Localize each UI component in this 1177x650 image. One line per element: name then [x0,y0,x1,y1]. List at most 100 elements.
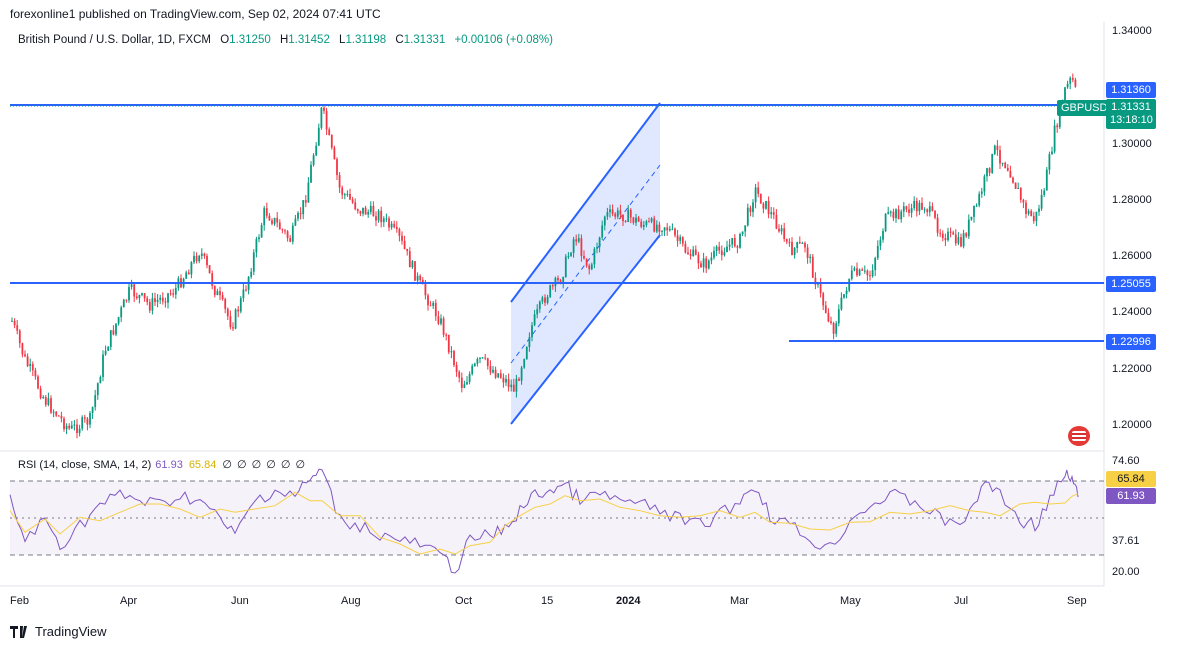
candle-body [372,205,375,217]
candle-body [645,221,648,226]
candle-body [481,357,484,359]
candle-body [460,377,463,388]
candle-body [811,256,814,278]
us-flag-icon[interactable] [1068,426,1090,446]
candle-body [616,210,619,217]
candle-body [710,257,713,261]
candle-body [739,233,741,248]
candle-body [284,230,286,232]
candle-body [596,247,598,249]
candle-body [629,209,632,218]
candle-body [445,334,448,336]
candle-body [723,252,726,256]
candle-body [411,261,414,268]
rsi-sma-tag: 65.84 [1106,471,1156,487]
candle-body [47,398,50,405]
candle-body [31,364,34,371]
candle-body [520,367,523,381]
price-tick: 1.30000 [1112,138,1152,150]
candle-body [614,213,617,217]
candle-body [921,202,923,210]
candle-body [408,251,411,268]
candle-body [29,364,32,367]
rsi-tick-low: 37.61 [1112,535,1140,547]
candle-body [713,250,715,258]
candle-body [164,301,167,303]
countdown-value: 13:18:10 [1110,114,1153,126]
candle-body [83,417,86,419]
candle-body [502,377,505,383]
candle-body [52,411,55,413]
candle-body [510,384,513,388]
time-tick: May [840,595,861,607]
candle-body [567,255,570,257]
tradingview-icon [10,625,27,638]
tradingview-logo[interactable]: TradingView [10,624,107,639]
candle-body [757,187,760,194]
time-tick: Jun [231,595,249,607]
candle-body [806,247,809,259]
candle-body [590,264,593,270]
candle-body [999,150,1001,164]
candle-body [229,316,232,328]
candle-body [1012,177,1014,183]
candle-body [11,320,13,322]
candle-body [107,346,110,351]
candle-body [432,302,435,306]
candle-body [606,212,609,217]
candle-body [1009,170,1012,178]
candle-body [681,237,684,244]
candle-body [822,293,825,306]
candle-body [148,302,151,311]
candle-body [78,428,81,434]
candle-body [219,291,221,296]
candle-body [611,209,614,214]
candle-body [286,231,289,239]
candle-body [125,299,128,301]
candle-body [203,253,206,256]
candle-body [320,107,323,128]
price-tick: 1.28000 [1112,194,1152,206]
candle-body [952,232,955,235]
candle-body [775,214,778,229]
candle-body [650,218,653,222]
candle-body [453,351,455,366]
candle-body [861,269,864,271]
candle-body [325,110,328,130]
time-tick: Feb [10,595,29,607]
candle-body [375,216,377,221]
price-chart[interactable] [0,0,1177,650]
time-tick: Sep [1067,595,1087,607]
candle-body [697,254,700,264]
candle-body [330,135,333,148]
candle-body [744,225,747,232]
candle-body [68,425,71,429]
candle-body [99,377,102,384]
candle-body [81,417,84,429]
candle-body [466,382,468,385]
candle-body [983,176,986,192]
candle-body [962,233,965,247]
candle-body [536,309,539,315]
candle-body [401,235,403,241]
candle-body [312,155,315,165]
candle-body [986,168,988,177]
candle-body [359,210,362,214]
candle-body [767,200,770,215]
candle-body [1001,162,1004,164]
candle-body [250,271,253,277]
time-tick: 15 [541,595,554,607]
candle-body [234,309,237,329]
candle-body [185,272,188,279]
candle-body [905,206,908,210]
candle-body [642,225,645,227]
candle-body [570,252,572,256]
candle-body [489,365,492,373]
candle-body [518,378,520,381]
candle-body [109,330,112,347]
candle-body [749,207,752,213]
candle-body [395,227,398,230]
candle-body [424,284,427,296]
candle-body [726,246,728,253]
price-tick: 1.24000 [1112,306,1152,318]
